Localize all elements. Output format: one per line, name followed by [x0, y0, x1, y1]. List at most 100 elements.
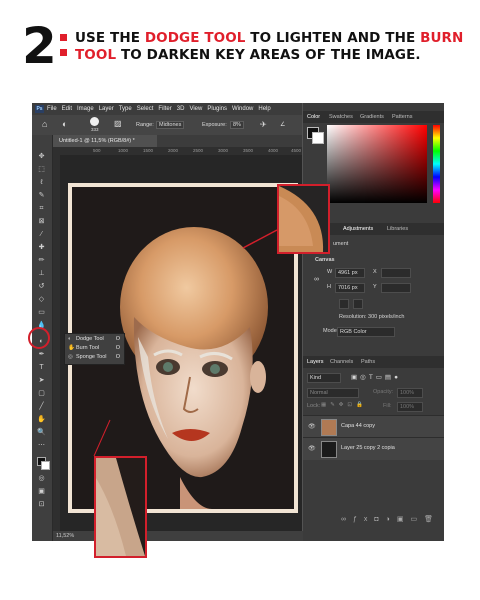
- link-icon[interactable]: ∞: [314, 276, 319, 283]
- type-tool-icon[interactable]: T: [37, 364, 46, 371]
- gradient-icon[interactable]: ▭: [37, 309, 46, 316]
- layer-name[interactable]: Layer 25 copy 2 copia: [341, 445, 395, 451]
- tab-libraries[interactable]: Libraries: [387, 226, 408, 232]
- portrait-orientation-icon[interactable]: [339, 299, 349, 309]
- opacity-label: Opacity:: [373, 389, 394, 395]
- sponge-tool-icon: ◎: [68, 354, 73, 360]
- layer-name[interactable]: Capa 44 copy: [341, 423, 375, 429]
- menu-edit[interactable]: Edit: [62, 106, 72, 112]
- y-input[interactable]: [381, 283, 411, 293]
- background-color-swatch[interactable]: [41, 461, 50, 470]
- tab-color[interactable]: Color: [307, 114, 320, 120]
- blend-mode-select[interactable]: Normal: [307, 388, 359, 398]
- tab-layers[interactable]: Layers: [307, 359, 324, 365]
- menu-filter[interactable]: Filter: [158, 106, 171, 112]
- status-bar: 11,52%: [53, 531, 305, 541]
- vertical-ruler: [53, 155, 60, 531]
- opacity-input[interactable]: 100%: [397, 388, 423, 398]
- zoom-level[interactable]: 11,52%: [56, 533, 74, 539]
- headline-dodge-highlight: DODGE TOOL: [144, 30, 246, 46]
- height-input[interactable]: 7016 px: [335, 283, 365, 293]
- zoom-tool-icon[interactable]: 🔍: [37, 429, 46, 436]
- layer-thumbnail: [321, 419, 337, 436]
- menu-window[interactable]: Window: [232, 106, 253, 112]
- menu-view[interactable]: View: [189, 106, 202, 112]
- flyout-burn-tool[interactable]: ✋Burn Tool O: [68, 344, 122, 353]
- ruler-tick: 1000: [118, 148, 129, 153]
- airbrush-icon[interactable]: ✈: [260, 120, 267, 129]
- eraser-icon[interactable]: ◇: [37, 296, 46, 303]
- ruler-tick: 4000: [268, 148, 279, 153]
- menu-3d[interactable]: 3D: [177, 106, 185, 112]
- more-tools-icon[interactable]: ⋯: [37, 442, 46, 449]
- visibility-eye-icon[interactable]: 👁: [308, 423, 316, 430]
- fill-input[interactable]: 100%: [397, 402, 423, 412]
- flyout-dodge-tool[interactable]: ◐ Dodge Tool O: [68, 335, 122, 344]
- menu-select[interactable]: Select: [137, 106, 154, 112]
- flyout-sponge-tool[interactable]: ◎ Sponge Tool O: [68, 353, 122, 362]
- tab-gradients[interactable]: Gradients: [360, 114, 384, 120]
- dodge-tool-preset-icon[interactable]: ◐: [62, 119, 67, 129]
- hue-slider[interactable]: [433, 125, 440, 203]
- brush-tool-icon[interactable]: ✏: [37, 257, 46, 264]
- color-field[interactable]: [327, 125, 444, 203]
- tab-swatches[interactable]: Swatches: [329, 114, 353, 120]
- menu-image[interactable]: Image: [77, 106, 94, 112]
- crop-tool-icon[interactable]: ⌗: [37, 205, 46, 212]
- layers-panel-tabs: Layers Channels Paths: [303, 356, 444, 368]
- mode-select[interactable]: RGB Color: [337, 327, 395, 337]
- shape-tool-icon[interactable]: ▢: [37, 390, 46, 397]
- pen-tool-icon[interactable]: ✒: [37, 351, 46, 358]
- path-select-icon[interactable]: ➤: [37, 377, 46, 384]
- quick-select-icon[interactable]: ✎: [37, 192, 46, 199]
- layer-filter-select[interactable]: Kind: [307, 373, 341, 383]
- line-tool-icon[interactable]: ╱: [37, 403, 46, 410]
- lock-icons[interactable]: ▦✎✥⊡🔒: [321, 402, 367, 408]
- history-brush-icon[interactable]: ↺: [37, 283, 46, 290]
- landscape-orientation-icon[interactable]: [353, 299, 363, 309]
- width-input[interactable]: 4961 px: [335, 268, 365, 278]
- layer-row[interactable]: 👁 Layer 25 copy 2 copia: [303, 437, 444, 460]
- menu-file[interactable]: File: [47, 106, 57, 112]
- exposure-label: Exposure:: [202, 122, 227, 128]
- layer-filter-icons[interactable]: ▣◎T▭▤●: [351, 373, 401, 381]
- layers-footer-icons[interactable]: ∞ƒx◘◑▣▭🗑: [341, 515, 440, 523]
- document-tab[interactable]: Untitled-1 @ 11,5% (RGB/8#) *: [53, 135, 157, 147]
- screen-mode-icon[interactable]: ▣: [37, 488, 46, 495]
- clone-stamp-icon[interactable]: ⊥: [37, 270, 46, 277]
- marquee-tool-icon[interactable]: ⬚: [37, 166, 46, 173]
- tab-paths[interactable]: Paths: [361, 359, 375, 365]
- quick-mask-icon[interactable]: ◎: [37, 475, 46, 482]
- exposure-input[interactable]: 8%: [230, 121, 244, 129]
- burn-tool-icon: ✋: [68, 345, 75, 351]
- ruler-tick: 2000: [168, 148, 179, 153]
- tab-adjustments[interactable]: Adjustments: [343, 226, 373, 232]
- background-color-chip[interactable]: [312, 132, 324, 144]
- lasso-tool-icon[interactable]: ℓ: [37, 179, 46, 186]
- home-icon[interactable]: ⌂: [42, 119, 47, 129]
- layer-row[interactable]: 👁 Capa 44 copy: [303, 415, 444, 438]
- menu-layer[interactable]: Layer: [99, 106, 114, 112]
- frame-tool-icon[interactable]: ⊠: [37, 218, 46, 225]
- x-input[interactable]: [381, 268, 411, 278]
- hand-tool-icon[interactable]: ✋: [37, 416, 46, 423]
- angle-icon[interactable]: ∠: [280, 121, 285, 128]
- headline: 2 USE THE DODGE TOOL TO LIGHTEN AND THE …: [22, 20, 472, 80]
- menu-bar: Ps File Edit Image Layer Type Select Fil…: [32, 103, 302, 115]
- brush-settings-icon[interactable]: ▨: [114, 119, 122, 128]
- tab-channels[interactable]: Channels: [330, 359, 353, 365]
- visibility-eye-icon[interactable]: 👁: [308, 445, 316, 452]
- menu-type[interactable]: Type: [119, 106, 132, 112]
- eyedropper-icon[interactable]: ⁄: [37, 231, 46, 238]
- mode-label: Mode: [323, 328, 337, 334]
- range-label: Range:: [136, 122, 154, 128]
- artboard-icon[interactable]: ⊡: [37, 501, 46, 508]
- move-tool-icon[interactable]: ✥: [37, 153, 46, 160]
- brush-preview-icon[interactable]: [90, 117, 99, 126]
- menu-help[interactable]: Help: [258, 106, 270, 112]
- right-panels: Color Swatches Gradients Patterns Adjust…: [303, 103, 444, 541]
- tab-patterns[interactable]: Patterns: [392, 114, 412, 120]
- menu-plugins[interactable]: Plugins: [207, 106, 227, 112]
- range-select[interactable]: Midtones: [156, 121, 185, 129]
- healing-brush-icon[interactable]: ✚: [37, 244, 46, 251]
